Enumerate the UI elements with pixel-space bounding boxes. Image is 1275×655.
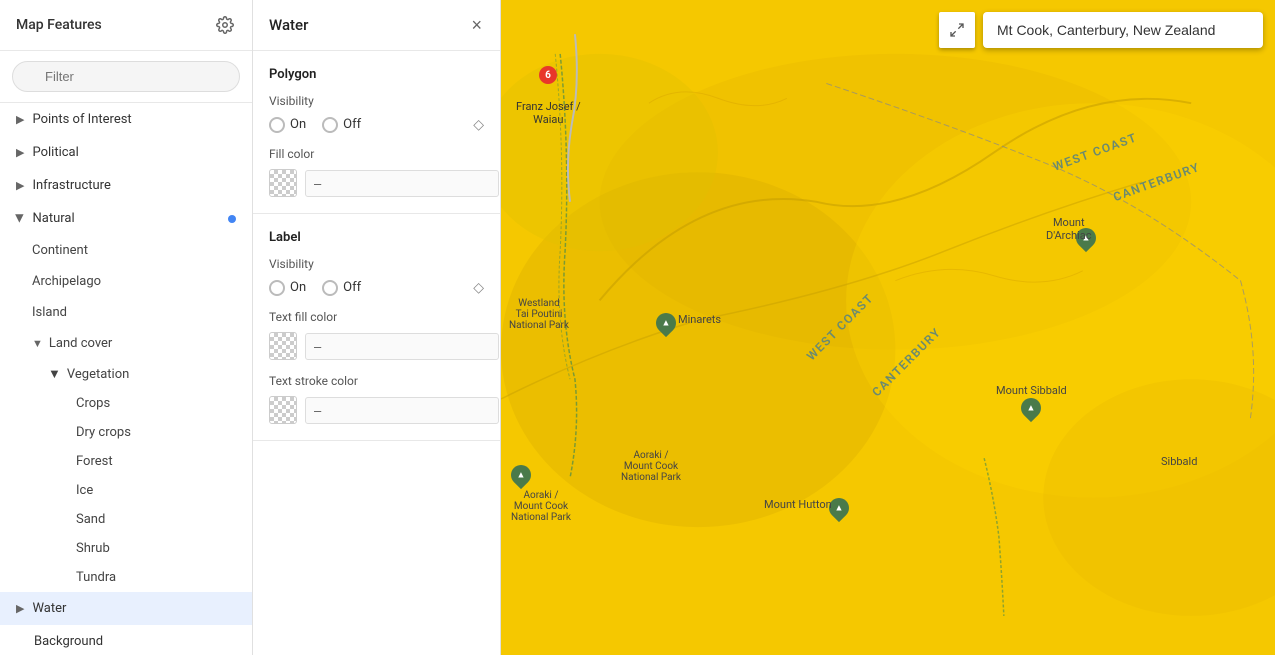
chevron-right-icon: ▶ — [16, 179, 24, 192]
filter-input[interactable] — [12, 61, 240, 92]
map-poi-mount-hutton: ▲ Mount Hutton — [829, 498, 849, 518]
text-stroke-color-row: ◇ — [269, 396, 484, 424]
radio-on — [269, 117, 285, 133]
panel-title: Water — [269, 16, 308, 34]
map-poi-darchiac: ▲ MountD'Archiac — [1076, 228, 1096, 248]
visibility-off-option[interactable]: Off — [322, 117, 361, 133]
label-visibility-label: Visibility — [269, 257, 484, 271]
sidebar-item-background[interactable]: Background — [0, 625, 252, 655]
sidebar-item-sand[interactable]: Sand — [48, 505, 252, 534]
modified-dot — [228, 215, 236, 223]
fill-color-swatch[interactable] — [269, 169, 297, 197]
sidebar-item-shrub[interactable]: Shrub — [48, 534, 252, 563]
sidebar-item-forest[interactable]: Forest — [48, 447, 252, 476]
chevron-down-icon: ▶ — [14, 214, 27, 222]
search-input[interactable] — [983, 12, 1263, 48]
sidebar: Map Features ☰ ▶ Points of Interest ▶ Po… — [0, 0, 253, 655]
sidebar-item-dry-crops[interactable]: Dry crops — [48, 418, 252, 447]
visibility-on-option[interactable]: On — [269, 117, 306, 133]
sidebar-item-infrastructure[interactable]: ▶ Infrastructure — [0, 169, 252, 202]
sidebar-header: Map Features — [0, 0, 252, 51]
chevron-right-icon: ▶ — [16, 602, 24, 615]
fill-color-input[interactable] — [305, 170, 499, 197]
sidebar-item-political[interactable]: ▶ Political — [0, 136, 252, 169]
map-poi-sibbald: ▲ Mount Sibbald — [1021, 398, 1041, 418]
text-fill-input[interactable] — [305, 333, 499, 360]
label-section: Label Visibility On Off ◇ Text fill colo… — [253, 214, 500, 441]
map-poi-minarets: Minarets ▲ — [656, 313, 676, 333]
text-stroke-swatch[interactable] — [269, 396, 297, 424]
gear-button[interactable] — [214, 14, 236, 36]
text-stroke-label: Text stroke color — [269, 374, 484, 388]
label-visibility-diamond-button[interactable]: ◇ — [473, 279, 484, 296]
sidebar-item-land-cover[interactable]: ▼ Land cover — [16, 328, 252, 359]
sidebar-item-island[interactable]: Island — [16, 297, 252, 328]
chevron-right-icon: ▶ — [16, 113, 24, 126]
text-stroke-input[interactable] — [305, 397, 499, 424]
polygon-section-title: Polygon — [269, 67, 484, 82]
chevron-right-icon: ▶ — [16, 146, 24, 159]
fill-color-label: Fill color — [269, 147, 484, 161]
panel-header: Water × — [253, 0, 500, 51]
close-button[interactable]: × — [469, 14, 484, 36]
vegetation-subitems: Crops Dry crops Forest Ice Sand Shrub — [32, 389, 252, 592]
natural-subitems: Continent Archipelago Island ▼ Land cove… — [0, 235, 252, 592]
fill-color-row: ◇ — [269, 169, 484, 197]
label-visibility-on-option[interactable]: On — [269, 280, 306, 296]
visibility-row: On Off ◇ — [269, 116, 484, 133]
sidebar-item-ice[interactable]: Ice — [48, 476, 252, 505]
visibility-label: Visibility — [269, 94, 484, 108]
sidebar-title: Map Features — [16, 17, 102, 33]
polygon-section: Polygon Visibility On Off ◇ Fill color ◇ — [253, 51, 500, 214]
map-poi-aoraki-1: ▲ — [511, 465, 531, 485]
label-visibility-row: On Off ◇ — [269, 279, 484, 296]
sidebar-item-continent[interactable]: Continent — [16, 235, 252, 266]
sidebar-item-tundra[interactable]: Tundra — [48, 563, 252, 592]
text-fill-color-row: ◇ — [269, 332, 484, 360]
sidebar-item-natural[interactable]: ▶ Natural — [0, 202, 252, 235]
sidebar-item-archipelago[interactable]: Archipelago — [16, 266, 252, 297]
fullscreen-button[interactable] — [939, 12, 975, 48]
label-section-title: Label — [269, 230, 484, 245]
text-fill-label: Text fill color — [269, 310, 484, 324]
chevron-down-icon: ▼ — [32, 337, 43, 350]
water-panel: Water × Polygon Visibility On Off ◇ Fill… — [253, 0, 501, 655]
label-visibility-off-option[interactable]: Off — [322, 280, 361, 296]
filter-bar: ☰ — [0, 51, 252, 103]
label-radio-off — [322, 280, 338, 296]
sidebar-item-points-of-interest[interactable]: ▶ Points of Interest — [0, 103, 252, 136]
sidebar-item-water[interactable]: ▶ Water — [0, 592, 252, 625]
road-badge-6: 6 — [539, 66, 557, 84]
sidebar-item-crops[interactable]: Crops — [48, 389, 252, 418]
visibility-diamond-button[interactable]: ◇ — [473, 116, 484, 133]
text-fill-swatch[interactable] — [269, 332, 297, 360]
sidebar-item-vegetation[interactable]: ▼ Vegetation — [32, 359, 252, 389]
radio-off — [322, 117, 338, 133]
chevron-down-icon: ▼ — [48, 366, 61, 382]
label-radio-on — [269, 280, 285, 296]
land-cover-subitems: ▼ Vegetation Crops Dry crops Forest Ice … — [16, 359, 252, 592]
map-area[interactable]: 6 WEST COAST CANTERBURY WEST COAST CANTE… — [501, 0, 1275, 655]
map-svg — [501, 0, 1275, 655]
